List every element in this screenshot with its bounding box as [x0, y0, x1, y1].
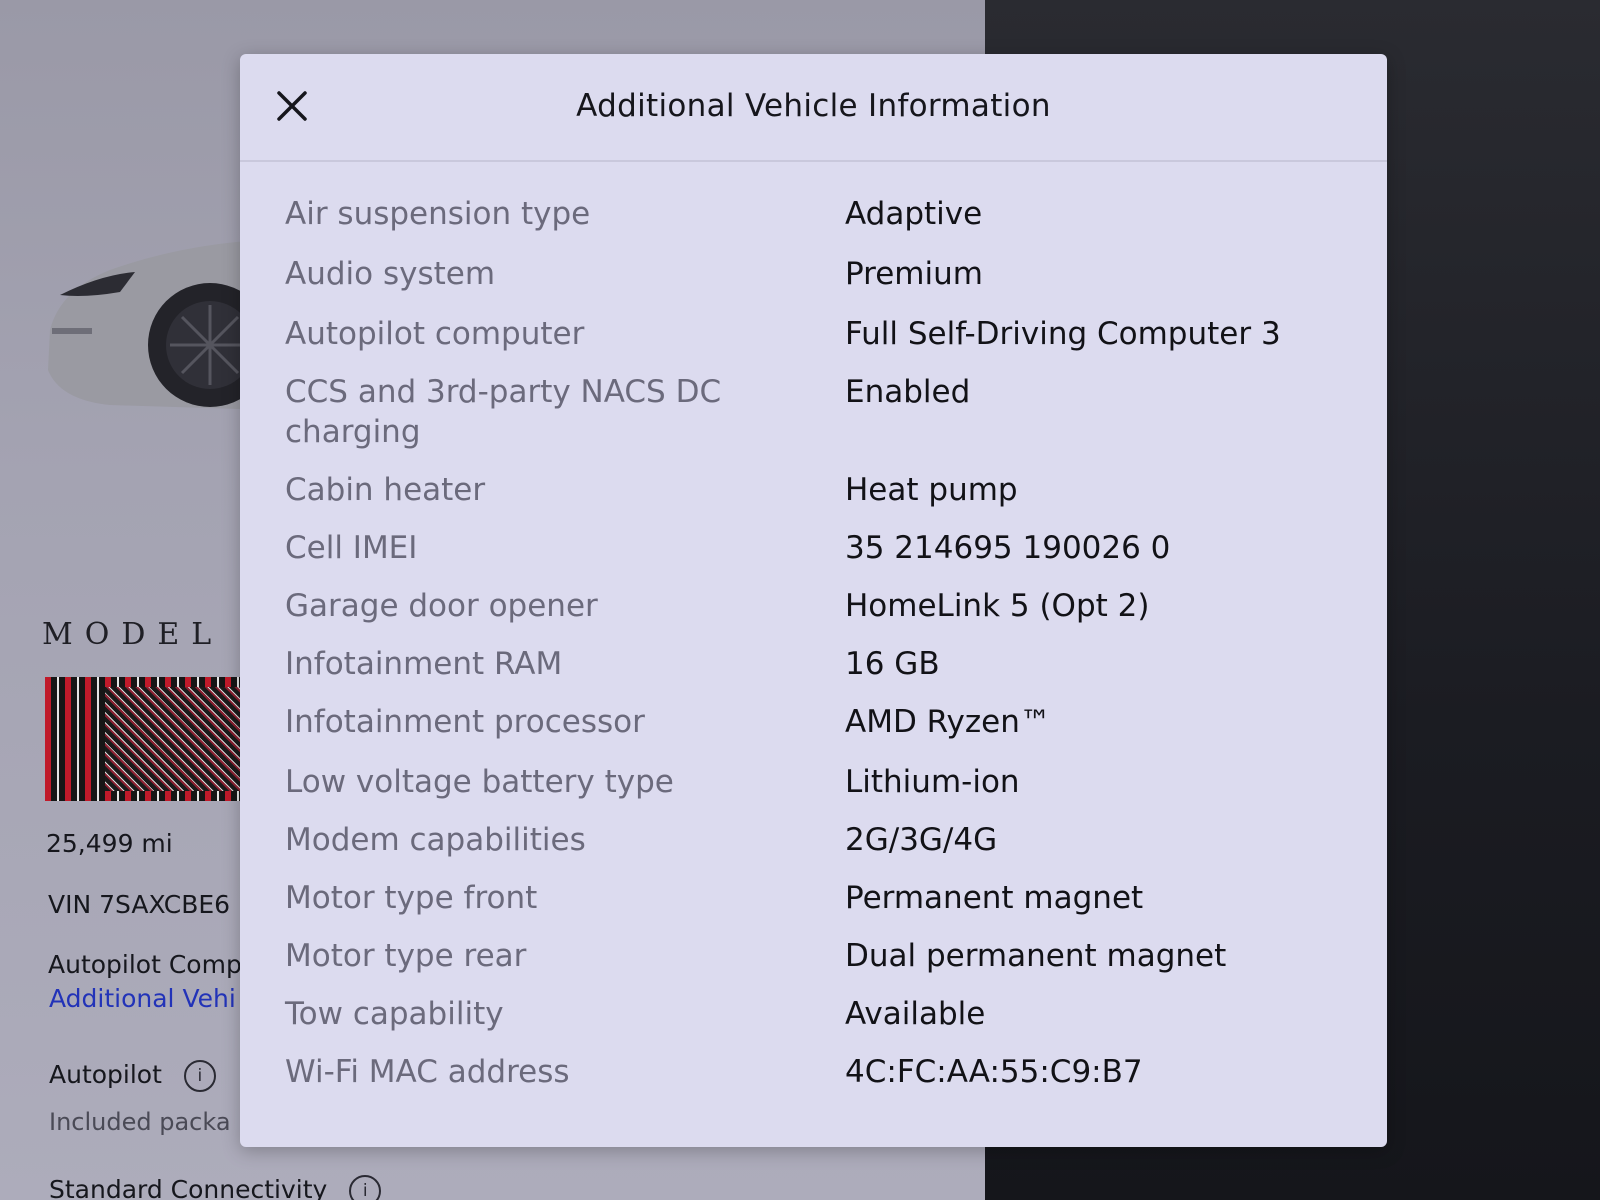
info-row-value: 16 GB	[845, 646, 940, 682]
info-row-value: Full Self-Driving Computer 3	[845, 316, 1281, 352]
info-row-value: Premium	[845, 256, 983, 292]
info-row-tow-capability: Tow capability Available	[285, 994, 1345, 1052]
info-row-label: Modem capabilities	[285, 822, 586, 858]
modal-header: Additional Vehicle Information	[240, 54, 1387, 162]
autopilot-label-text: Autopilot	[49, 1060, 162, 1089]
info-row-value: Permanent magnet	[845, 880, 1144, 916]
info-row-label: CCS and 3rd-party NACS DC charging	[285, 374, 722, 450]
info-row-value: HomeLink 5 (Opt 2)	[845, 588, 1150, 624]
standard-connectivity-info-icon[interactable]: i	[349, 1175, 382, 1200]
info-row-value: Heat pump	[845, 472, 1018, 508]
info-row-infotainment-processor: Infotainment processor AMD Ryzen™	[285, 702, 1345, 762]
info-row-label: Infotainment processor	[285, 704, 645, 740]
vehicle-info-list: Air suspension type Adaptive Audio syste…	[285, 194, 1345, 1110]
info-row-garage-door-opener: Garage door opener HomeLink 5 (Opt 2)	[285, 586, 1345, 644]
info-row-modem-capabilities: Modem capabilities 2G/3G/4G	[285, 820, 1345, 878]
info-row-label: Autopilot computer	[285, 316, 585, 352]
standard-connectivity-text: Standard Connectivity	[49, 1175, 328, 1200]
model-logo: MODEL	[42, 617, 224, 652]
info-row-label: Cell IMEI	[285, 530, 418, 566]
info-row-motor-rear: Motor type rear Dual permanent magnet	[285, 936, 1345, 994]
info-row-value: 4C:FC:AA:55:C9:B7	[845, 1054, 1143, 1090]
car-image	[48, 240, 270, 410]
info-row-label: Cabin heater	[285, 472, 486, 508]
info-row-cabin-heater: Cabin heater Heat pump	[285, 470, 1345, 528]
info-row-label: Audio system	[285, 256, 496, 292]
info-row-air-suspension: Air suspension type Adaptive	[285, 194, 1345, 254]
info-row-autopilot-computer: Autopilot computer Full Self-Driving Com…	[285, 314, 1345, 372]
info-row-label: Wi-Fi MAC address	[285, 1054, 570, 1090]
info-row-value: 2G/3G/4G	[845, 822, 998, 858]
info-row-label: Infotainment RAM	[285, 646, 563, 682]
info-row-value: AMD Ryzen™	[845, 704, 1051, 740]
info-row-value: Available	[845, 996, 986, 1032]
vin-text: VIN 7SAXCBE6	[48, 890, 231, 919]
info-row-cell-imei: Cell IMEI 35 214695 190026 0	[285, 528, 1345, 586]
info-row-value: 35 214695 190026 0	[845, 530, 1171, 566]
info-row-audio-system: Audio system Premium	[285, 254, 1345, 314]
modal-title: Additional Vehicle Information	[576, 88, 1051, 124]
info-row-value: Enabled	[845, 374, 971, 410]
info-row-label: Motor type front	[285, 880, 538, 916]
autopilot-label: Autopilot i	[49, 1060, 216, 1092]
info-row-label: Tow capability	[285, 996, 504, 1032]
info-row-label: Motor type rear	[285, 938, 527, 974]
additional-vehicle-info-modal: Additional Vehicle Information Air suspe…	[240, 54, 1387, 1147]
included-package-text: Included packa	[49, 1108, 231, 1136]
info-row-value: Lithium-ion	[845, 764, 1020, 800]
info-row-wifi-mac: Wi-Fi MAC address 4C:FC:AA:55:C9:B7	[285, 1052, 1345, 1110]
wrap-swatch-image	[45, 677, 265, 801]
info-row-label: Air suspension type	[285, 196, 591, 232]
info-row-value: Dual permanent magnet	[845, 938, 1227, 974]
info-row-label: Low voltage battery type	[285, 764, 674, 800]
odometer-text: 25,499 mi	[46, 829, 173, 858]
additional-vehicle-info-link[interactable]: Additional Vehi	[49, 984, 236, 1013]
info-row-infotainment-ram: Infotainment RAM 16 GB	[285, 644, 1345, 702]
info-row-dc-charging: CCS and 3rd-party NACS DC charging Enabl…	[285, 372, 1345, 470]
info-row-low-voltage-battery: Low voltage battery type Lithium-ion	[285, 762, 1345, 820]
info-row-label: Garage door opener	[285, 588, 598, 624]
info-row-value: Adaptive	[845, 196, 983, 232]
info-row-motor-front: Motor type front Permanent magnet	[285, 878, 1345, 936]
autopilot-info-icon[interactable]: i	[183, 1060, 216, 1092]
standard-connectivity-label: Standard Connectivity i	[49, 1175, 382, 1200]
autopilot-computer-text: Autopilot Comp	[48, 950, 242, 979]
